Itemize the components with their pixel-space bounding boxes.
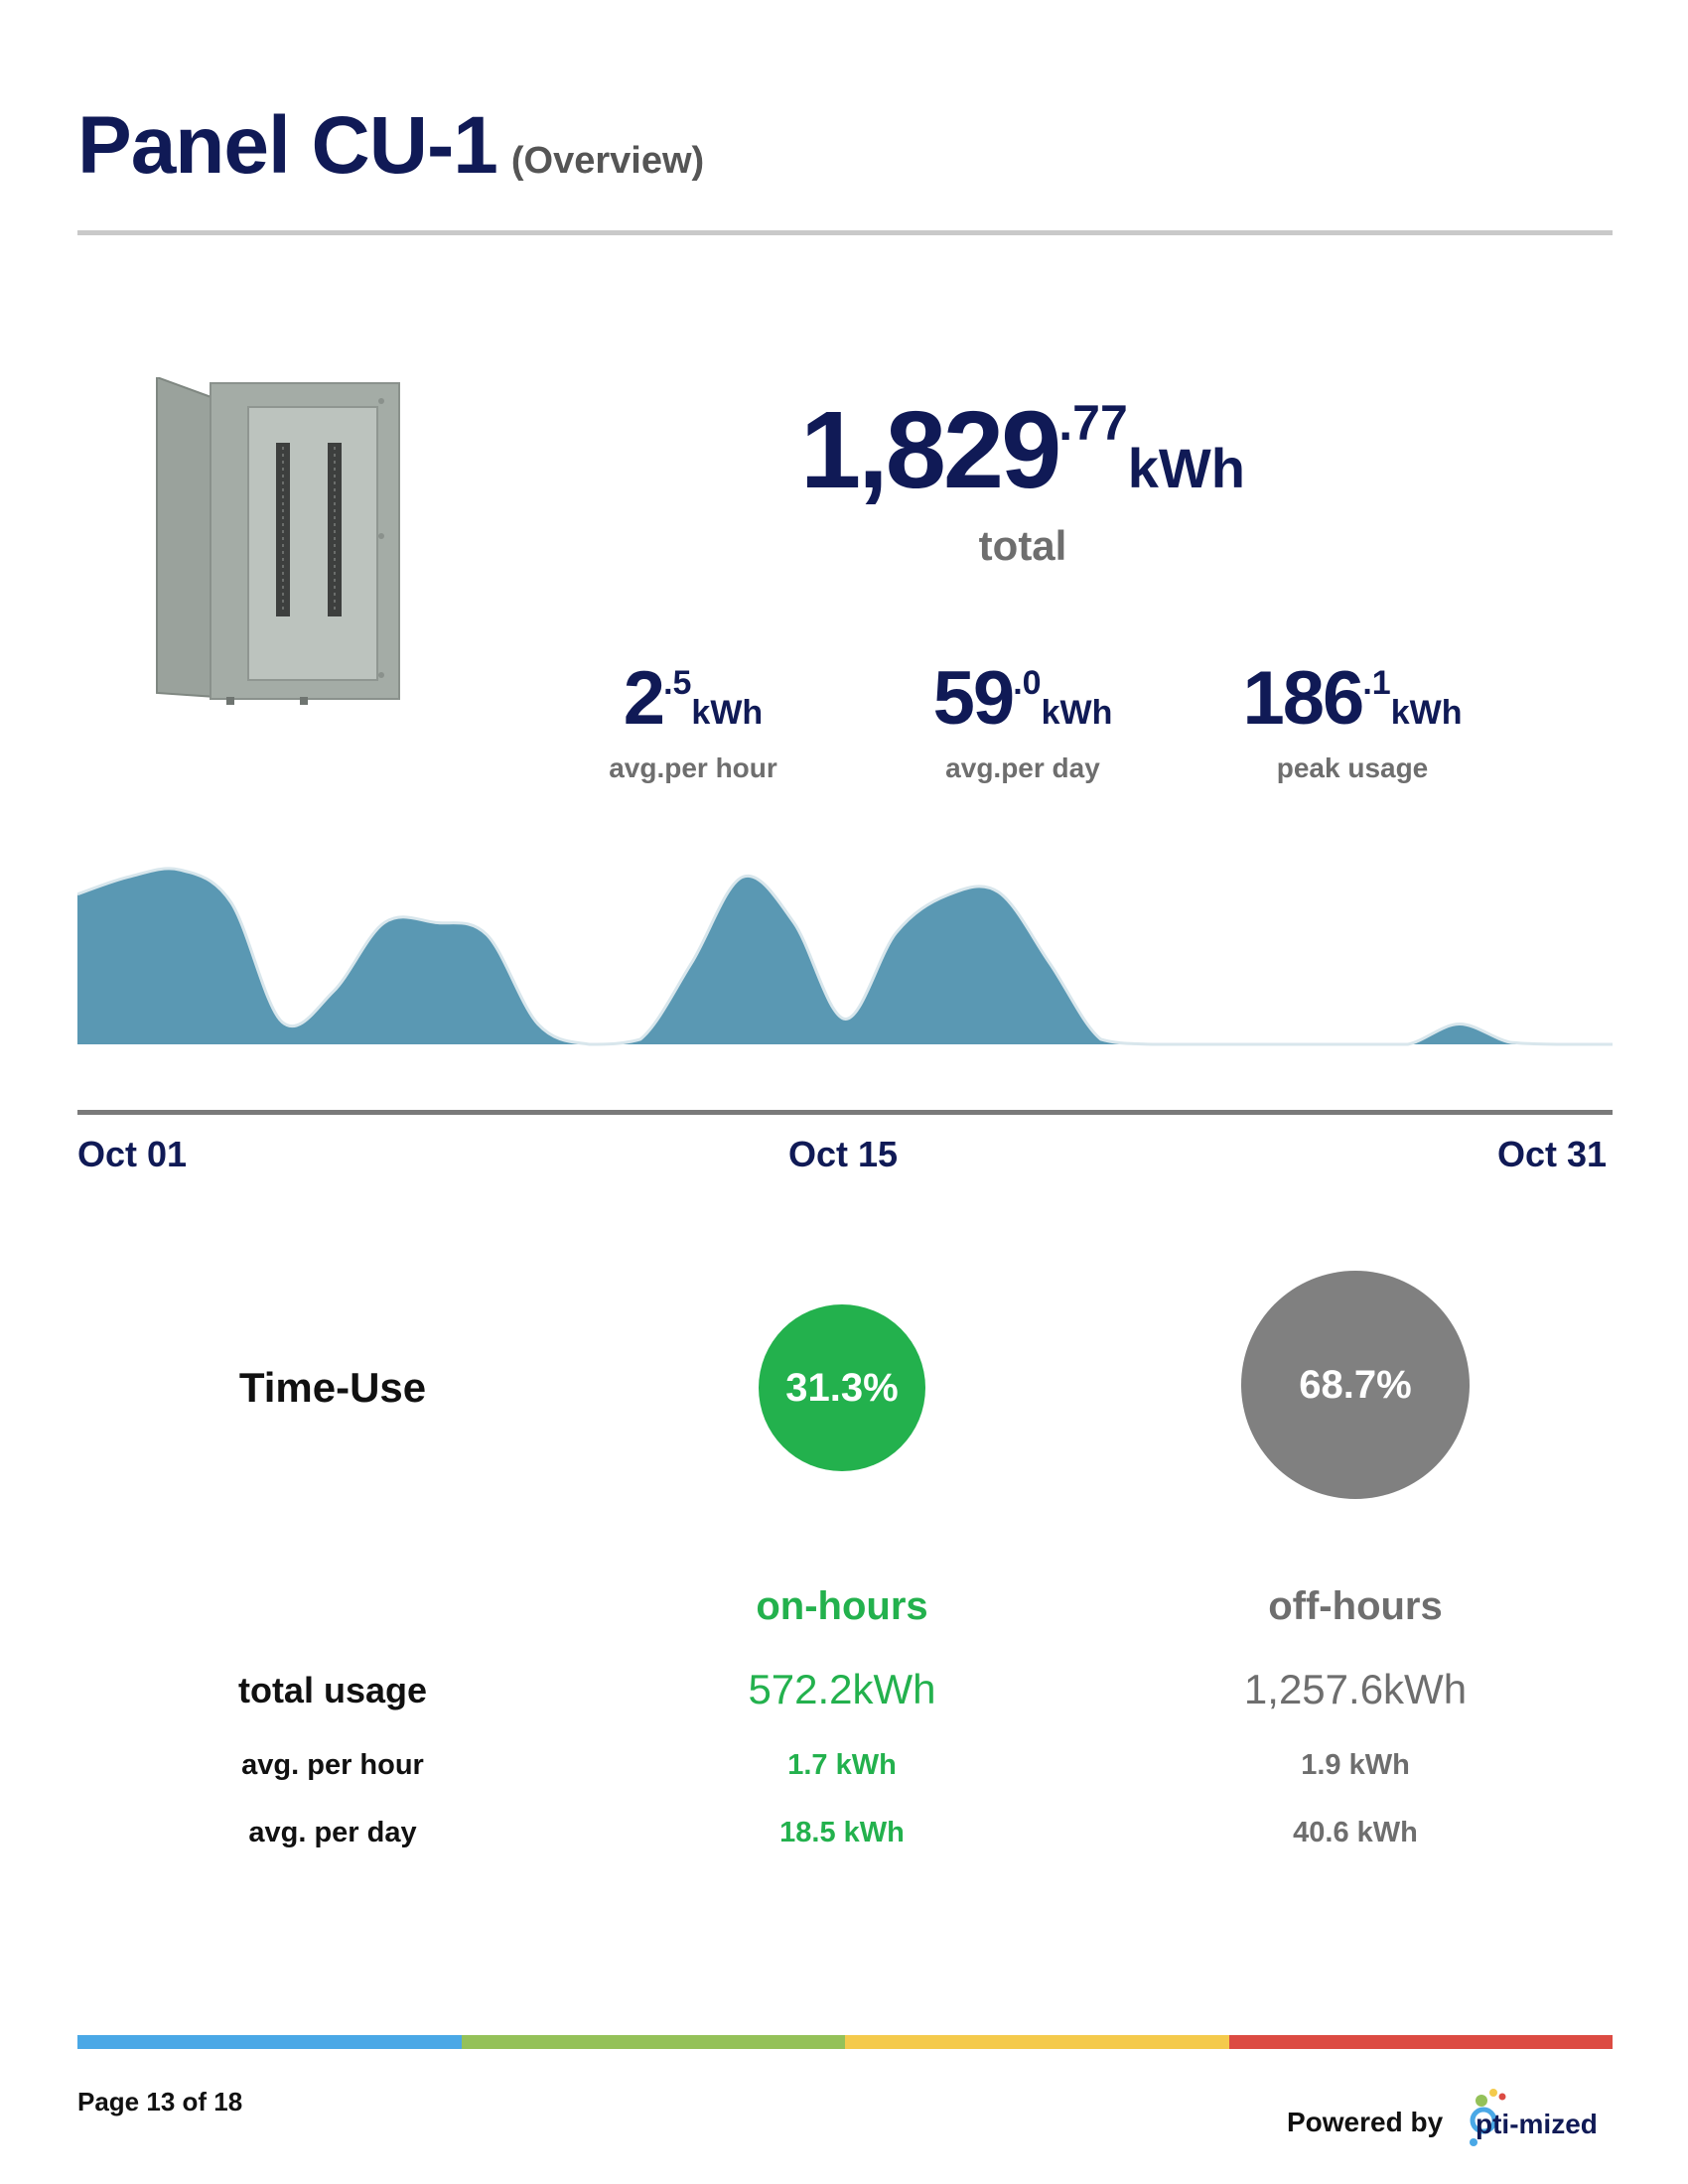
total-unit: kWh — [1127, 437, 1245, 499]
stat-decimal: .1 — [1362, 664, 1391, 702]
logo-text: pti-mized — [1476, 2109, 1598, 2139]
footer-bar-red — [1229, 2035, 1613, 2049]
stat-whole: 59 — [932, 656, 1016, 741]
on-hours-total: 572.2kWh — [748, 1666, 936, 1712]
off-hours-per-hour: 1.9 kWh — [1301, 1749, 1410, 1781]
off-hours-percent: 68.7% — [1299, 1362, 1412, 1407]
page-subtitle: (Overview) — [510, 140, 705, 182]
footer-bar-blue — [77, 2035, 462, 2049]
stat-unit: kWh — [1390, 694, 1463, 732]
off-hours-total: 1,257.6kWh — [1243, 1666, 1468, 1712]
x-tick-oct-01: Oct 01 — [77, 1134, 188, 1174]
header-divider — [77, 230, 1613, 235]
avg-per-day-label: avg.per day — [945, 752, 1100, 783]
x-tick-oct-15: Oct 15 — [788, 1134, 899, 1174]
time-use-label: Time-Use — [238, 1364, 427, 1411]
x-tick-oct-31: Oct 31 — [1497, 1134, 1608, 1174]
total-label: total — [978, 522, 1067, 569]
footer-bar-green — [462, 2035, 845, 2049]
page-number: Page 13 of 18 — [77, 2087, 243, 2116]
stat-whole: 186 — [1242, 656, 1365, 741]
avg-per-day-row-label: avg. per day — [248, 1817, 417, 1848]
avg-per-hour-label: avg.per hour — [609, 752, 777, 783]
off-hours-per-day: 40.6 kWh — [1293, 1817, 1418, 1848]
total-whole: 1,829 — [799, 389, 1061, 511]
chart-x-axis — [77, 1110, 1613, 1115]
off-hours-title: off-hours — [1268, 1584, 1443, 1628]
peak-usage-label: peak usage — [1276, 752, 1429, 783]
off-hours-percent-circle: 68.7% — [1241, 1271, 1470, 1499]
page-title: Panel CU-1 (Overview) — [77, 99, 704, 193]
electrical-panel-icon — [156, 377, 400, 705]
usage-area-chart — [77, 867, 1613, 1046]
stat-whole: 2 — [623, 656, 665, 741]
total-usage-value: 1,829.77kWh — [695, 387, 1350, 513]
peak-usage-value: 186.1kWh — [1203, 655, 1501, 742]
footer-bar-yellow — [845, 2035, 1229, 2049]
stat-decimal: .0 — [1013, 664, 1042, 702]
stat-unit: kWh — [691, 694, 764, 732]
on-hours-percent: 31.3% — [785, 1365, 899, 1410]
usage-area-outline — [77, 867, 1613, 1046]
stat-unit: kWh — [1041, 694, 1113, 732]
on-hours-per-day: 18.5 kWh — [779, 1817, 905, 1848]
on-hours-per-hour: 1.7 kWh — [787, 1749, 897, 1781]
on-hours-percent-circle: 31.3% — [759, 1304, 925, 1471]
avg-per-day-value: 59.0kWh — [874, 655, 1172, 742]
total-decimal: .77 — [1058, 395, 1128, 451]
powered-by-label: Powered by — [1287, 2107, 1444, 2137]
total-usage-row-label: total usage — [237, 1670, 428, 1710]
stat-decimal: .5 — [663, 664, 692, 702]
avg-per-hour-value: 2.5kWh — [544, 655, 842, 742]
title-text: Panel CU-1 — [77, 100, 498, 191]
on-hours-title: on-hours — [756, 1584, 928, 1628]
avg-per-hour-row-label: avg. per hour — [241, 1749, 424, 1781]
